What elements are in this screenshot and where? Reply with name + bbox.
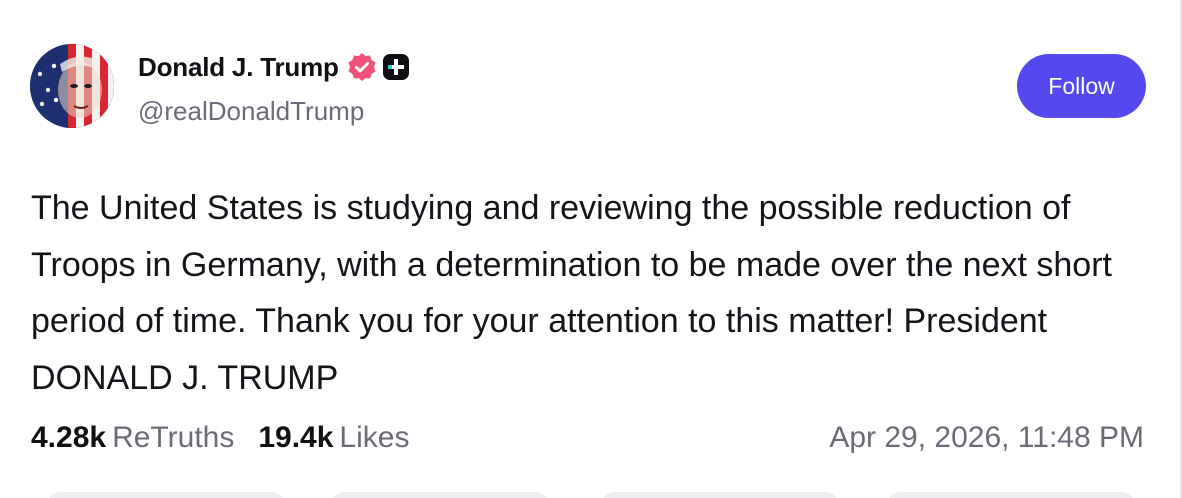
reply-action[interactable] bbox=[46, 492, 286, 498]
author-handle[interactable]: @realDonaldTrump bbox=[138, 96, 364, 127]
follow-button[interactable]: Follow bbox=[1017, 54, 1146, 118]
post-text: The United States is studying and review… bbox=[31, 180, 1151, 406]
author-display-name[interactable]: Donald J. Trump bbox=[138, 52, 339, 83]
retruths-stat[interactable]: 4.28kReTruths bbox=[31, 421, 234, 455]
author-name-row: Donald J. Trump bbox=[138, 50, 410, 84]
post-card: Donald J. Trump @realDonaldTrump Follow … bbox=[0, 0, 1182, 498]
avatar-image bbox=[30, 44, 114, 128]
retruths-count: 4.28k bbox=[31, 421, 106, 454]
post-stats: 4.28kReTruths 19.4kLikes bbox=[31, 421, 409, 455]
likes-stat[interactable]: 19.4kLikes bbox=[258, 421, 409, 455]
plus-badge-icon bbox=[382, 53, 410, 81]
likes-count: 19.4k bbox=[258, 421, 333, 454]
retruths-label: ReTruths bbox=[112, 421, 234, 454]
likes-label: Likes bbox=[339, 421, 409, 454]
action-bar bbox=[0, 488, 1182, 498]
retruth-action[interactable] bbox=[330, 492, 550, 498]
post-timestamp[interactable]: Apr 29, 2026, 11:48 PM bbox=[829, 421, 1144, 455]
verified-badge-icon bbox=[347, 52, 377, 82]
avatar[interactable] bbox=[30, 44, 114, 128]
share-action[interactable] bbox=[886, 492, 1136, 498]
like-action[interactable] bbox=[600, 492, 840, 498]
